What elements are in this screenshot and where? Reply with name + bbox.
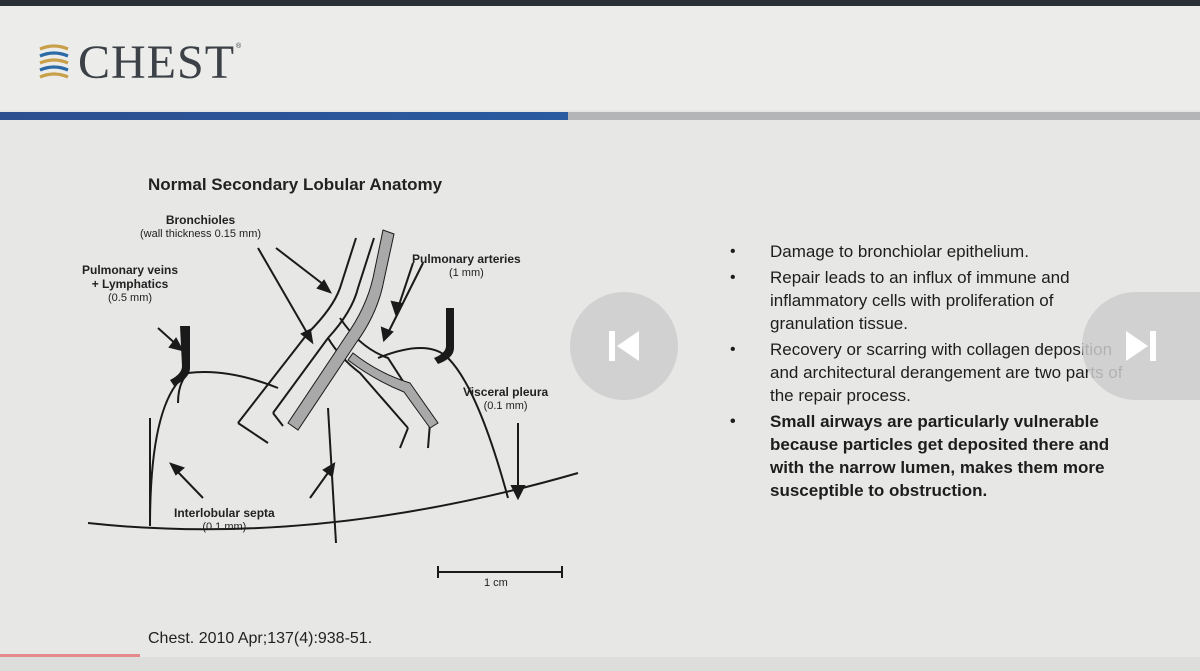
header-rule-blue: [0, 112, 568, 120]
player-bottom-bar: [0, 657, 1200, 671]
bronchiole-wall-left: [237, 237, 357, 424]
next-slide-button[interactable]: [1082, 292, 1200, 400]
slide-header: CHEST ®: [0, 6, 1200, 110]
pulmonary-vein-left: [170, 326, 190, 386]
logo-text: CHEST: [78, 36, 236, 89]
figure-title: Normal Secondary Lobular Anatomy: [148, 175, 443, 194]
bullet-list: Damage to bronchiolar epithelium. Repair…: [730, 240, 1130, 505]
pulmonary-artery: [287, 229, 395, 431]
bullet-item: Repair leads to an influx of immune and …: [730, 266, 1130, 335]
skip-next-icon: [1126, 331, 1156, 361]
pulmonary-veins-label: Pulmonary veins + Lymphatics (0.5 mm): [82, 263, 179, 305]
bullet-item: Damage to bronchiolar epithelium.: [730, 240, 1130, 263]
previous-slide-button[interactable]: [570, 292, 678, 400]
bronchioles-label: Bronchioles (wall thickness 0.15 mm): [140, 213, 262, 241]
bullet-item: Recovery or scarring with collagen depos…: [730, 338, 1130, 407]
chest-logo-mark-icon: [39, 44, 69, 79]
skip-previous-icon: [609, 331, 639, 361]
trademark: ®: [236, 42, 242, 50]
lobule-outline-right: [377, 347, 509, 499]
pulmonary-vein-right: [434, 308, 454, 364]
interlobular-septa-label: Interlobular septa (0.1 mm): [174, 506, 275, 534]
chest-logo: CHEST ®: [36, 38, 241, 88]
scale-label: 1 cm: [484, 577, 508, 589]
bullet-item-emphasis: Small airways are particularly vulnerabl…: [730, 410, 1130, 502]
citation: Chest. 2010 Apr;137(4):938-51.: [148, 630, 373, 647]
visceral-pleura-label: Visceral pleura (0.1 mm): [463, 385, 549, 413]
header-rule-gray: [568, 112, 1200, 120]
pulmonary-arteries-label: Pulmonary arteries (1 mm): [412, 252, 521, 280]
